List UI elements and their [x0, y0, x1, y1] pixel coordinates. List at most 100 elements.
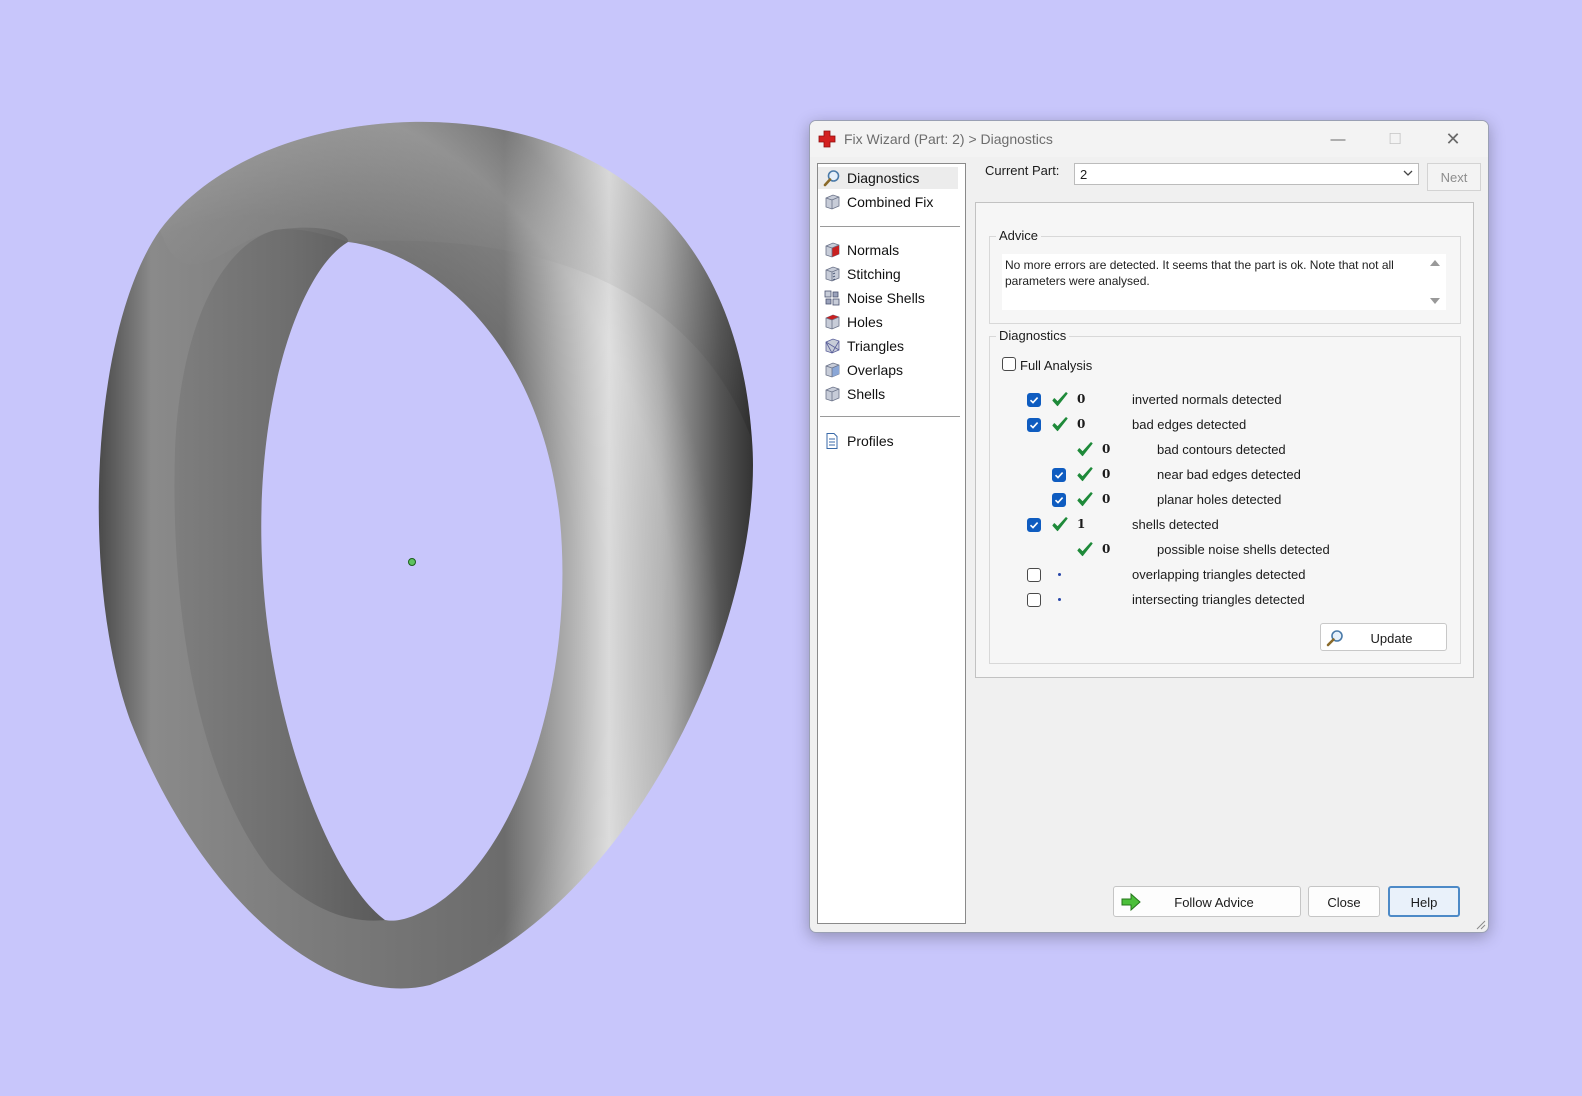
document-icon	[826, 433, 838, 449]
diagnostic-label: bad edges detected	[1132, 417, 1247, 432]
diagnostic-count: 0	[1102, 542, 1111, 556]
diagnostic-label: possible noise shells detected	[1157, 542, 1330, 557]
nav-item-shells[interactable]: Shells	[818, 383, 958, 405]
diagnostic-checkbox[interactable]	[1027, 518, 1041, 532]
advice-textbox[interactable]: No more errors are detected. It seems th…	[1002, 254, 1446, 310]
diagnostic-label: inverted normals detected	[1132, 392, 1282, 407]
diagnostic-checkbox[interactable]	[1052, 493, 1066, 507]
green-check-icon	[1052, 417, 1068, 432]
magnifier-icon	[823, 170, 840, 187]
current-part-select[interactable]: 2	[1074, 163, 1419, 185]
close-button[interactable]: Close	[1308, 886, 1380, 917]
diagnostic-checkbox[interactable]	[1052, 468, 1066, 482]
nav-label: Shells	[847, 386, 886, 402]
diagnostics-page: Advice No more errors are detected. It s…	[975, 202, 1474, 678]
next-button[interactable]: Next	[1427, 163, 1481, 191]
diagnostic-row: 0 inverted normals detected	[990, 389, 1460, 411]
nav-item-noise-shells[interactable]: Noise Shells	[818, 287, 958, 309]
update-button[interactable]: Update	[1320, 623, 1447, 651]
red-cross-icon	[818, 130, 836, 148]
advice-group: Advice No more errors are detected. It s…	[989, 228, 1461, 324]
nav-item-stitching[interactable]: Stitching	[818, 263, 958, 285]
nav-separator	[820, 226, 960, 227]
overlaps-cube-icon	[825, 362, 840, 378]
shells-cube-icon	[825, 386, 840, 402]
diagnostic-row: intersecting triangles detected	[990, 589, 1460, 611]
title-bar[interactable]: Fix Wizard (Part: 2) > Diagnostics — ☐ ✕	[810, 121, 1488, 157]
scroll-up-arrow[interactable]	[1430, 260, 1440, 266]
nav-item-holes[interactable]: Holes	[818, 311, 958, 333]
diagnostic-checkbox[interactable]	[1027, 593, 1041, 607]
not-analysed-dot	[1058, 598, 1061, 601]
green-check-icon	[1077, 542, 1093, 557]
holes-cube-icon	[825, 314, 840, 330]
diagnostic-row: 1 shells detected	[990, 514, 1460, 536]
diagnostic-count: 0	[1102, 467, 1111, 481]
nav-item-triangles[interactable]: Triangles	[818, 335, 958, 357]
not-analysed-dot	[1058, 573, 1061, 576]
current-part-label: Current Part:	[985, 163, 1060, 178]
nav-label: Diagnostics	[847, 170, 920, 186]
help-button[interactable]: Help	[1388, 886, 1460, 917]
diagnostics-title: Diagnostics	[996, 328, 1070, 343]
triangles-cube-icon	[825, 338, 840, 354]
diagnostic-label: shells detected	[1132, 517, 1219, 532]
diagnostic-row: overlapping triangles detected	[990, 564, 1460, 586]
nav-item-diagnostics[interactable]: Diagnostics	[818, 167, 958, 189]
maximize-button[interactable]: ☐	[1372, 121, 1418, 157]
green-check-icon	[1077, 467, 1093, 482]
scroll-down-arrow[interactable]	[1430, 298, 1440, 304]
diagnostic-label: intersecting triangles detected	[1132, 592, 1305, 607]
nav-item-profiles[interactable]: Profiles	[818, 430, 958, 452]
diagnostic-checkbox[interactable]	[1027, 568, 1041, 582]
diagnostic-checkbox[interactable]	[1027, 393, 1041, 407]
nav-label: Combined Fix	[847, 194, 934, 210]
3d-viewport[interactable]	[0, 0, 790, 1093]
diagnostic-row: 0 near bad edges detected	[990, 464, 1460, 486]
stitching-cube-icon	[825, 266, 840, 282]
nav-label: Stitching	[847, 266, 901, 282]
update-label: Update	[1370, 631, 1413, 646]
diagnostic-row: 0 planar holes detected	[990, 489, 1460, 511]
fix-wizard-dialog: Fix Wizard (Part: 2) > Diagnostics — ☐ ✕…	[809, 120, 1489, 933]
diagnostic-label: planar holes detected	[1157, 492, 1282, 507]
ring-model[interactable]	[0, 0, 790, 1093]
diagnostic-label: bad contours detected	[1157, 442, 1286, 457]
minimize-button[interactable]: —	[1315, 121, 1361, 157]
diagnostic-count: 0	[1077, 417, 1086, 431]
current-part-value: 2	[1080, 167, 1088, 182]
diagnostic-count: 0	[1077, 392, 1086, 406]
noise-shells-icon	[824, 290, 840, 306]
diagnostic-count: 0	[1102, 442, 1111, 456]
fix-navigation-panel: Diagnostics Combined Fix Normals Stitchi…	[817, 163, 966, 924]
nav-item-normals[interactable]: Normals	[818, 239, 958, 261]
resize-grip[interactable]	[1474, 918, 1486, 930]
diagnostic-count: 1	[1077, 517, 1086, 531]
diagnostic-row: 0 possible noise shells detected	[990, 539, 1460, 561]
diagnostic-label: overlapping triangles detected	[1132, 567, 1306, 582]
diagnostic-row: 0 bad edges detected	[990, 414, 1460, 436]
green-check-icon	[1077, 442, 1093, 457]
full-analysis-checkbox[interactable]	[1002, 357, 1016, 371]
diagnostics-group: Diagnostics Full Analysis 0 inverted norm…	[989, 328, 1461, 664]
diagnostic-count: 0	[1102, 492, 1111, 506]
follow-advice-button[interactable]: Follow Advice	[1113, 886, 1301, 917]
chevron-down-icon	[1403, 170, 1413, 176]
advice-text: No more errors are detected. It seems th…	[1005, 258, 1394, 288]
nav-label: Noise Shells	[847, 290, 925, 306]
nav-item-overlaps[interactable]: Overlaps	[818, 359, 958, 381]
diagnostic-checkbox[interactable]	[1027, 418, 1041, 432]
green-check-icon	[1077, 492, 1093, 507]
nav-label: Holes	[847, 314, 883, 330]
nav-label: Triangles	[847, 338, 905, 354]
advice-title: Advice	[996, 228, 1042, 243]
nav-label: Normals	[847, 242, 900, 258]
cube-icon	[825, 194, 840, 210]
green-check-icon	[1052, 392, 1068, 407]
help-label: Help	[1410, 895, 1438, 910]
full-analysis-label: Full Analysis	[1020, 358, 1093, 373]
window-close-button[interactable]: ✕	[1430, 121, 1476, 157]
green-check-icon	[1052, 517, 1068, 532]
normals-cube-icon	[825, 242, 840, 258]
nav-item-combined-fix[interactable]: Combined Fix	[818, 191, 958, 213]
